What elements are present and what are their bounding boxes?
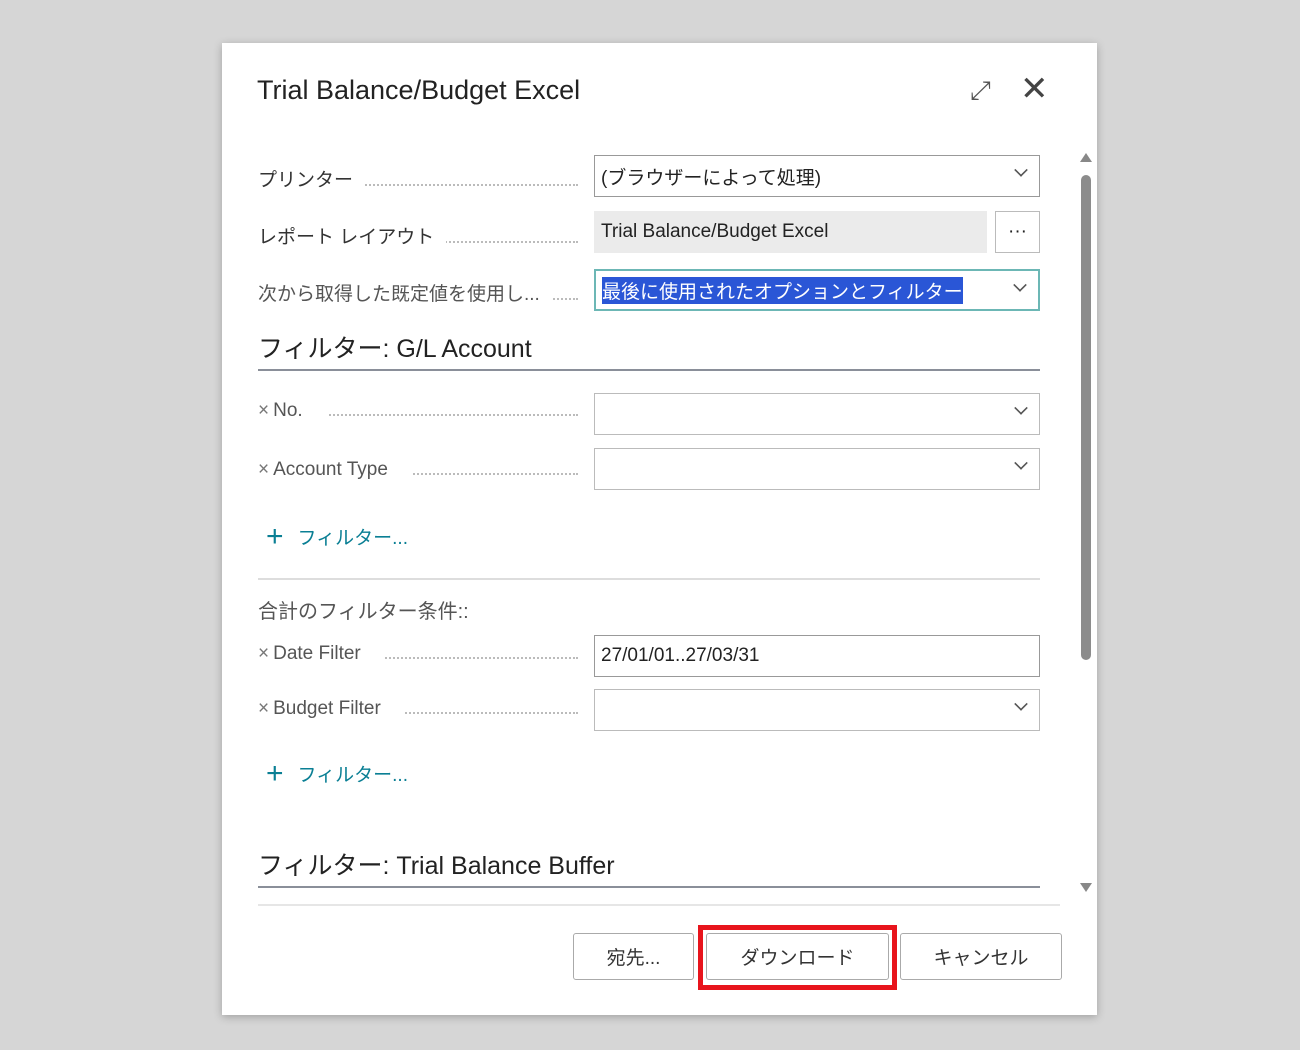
account-type-label: × Account Type: [258, 459, 578, 481]
date-filter-label: × Date Filter: [258, 643, 578, 665]
chevron-down-icon: [1013, 278, 1027, 292]
no-filter-label: × No.: [258, 400, 578, 422]
no-filter-select[interactable]: [594, 393, 1040, 435]
gl-filter-heading: フィルター: G/L Account: [258, 329, 1040, 371]
add-totals-filter-button[interactable]: + フィルター...: [266, 756, 408, 790]
date-filter-input[interactable]: 27/01/01..27/03/31: [594, 635, 1040, 677]
budget-filter-select[interactable]: [594, 689, 1040, 731]
chevron-down-icon: [1014, 456, 1028, 470]
printer-value: (ブラウザーによって処理): [601, 167, 822, 189]
defaults-value: 最後に使用されたオプションとフィルター: [602, 276, 963, 304]
divider: [258, 578, 1040, 580]
printer-label: プリンター: [258, 165, 578, 192]
chevron-down-icon: [1014, 697, 1028, 711]
defaults-label: 次から取得した既定値を使用し...: [258, 279, 578, 306]
scroll-down-icon[interactable]: [1080, 883, 1092, 892]
layout-field: Trial Balance/Budget Excel: [594, 211, 987, 253]
totals-filter-heading: 合計のフィルター条件::: [258, 601, 469, 623]
scrollbar[interactable]: [1080, 153, 1092, 893]
defaults-select[interactable]: 最後に使用されたオプションとフィルター: [594, 269, 1040, 311]
printer-select[interactable]: (ブラウザーによって処理): [594, 155, 1040, 197]
dialog-title: Trial Balance/Budget Excel: [257, 75, 581, 105]
scrollbar-thumb[interactable]: [1081, 175, 1091, 660]
send-to-button[interactable]: 宛先...: [573, 933, 694, 980]
report-request-dialog: Trial Balance/Budget Excel ⤢ ✕ プリンター (ブラ…: [222, 43, 1097, 1015]
remove-filter-icon[interactable]: ×: [258, 459, 269, 480]
download-button[interactable]: ダウンロード: [706, 933, 889, 980]
scroll-up-icon[interactable]: [1080, 153, 1092, 162]
plus-icon: +: [266, 756, 284, 790]
account-type-select[interactable]: [594, 448, 1040, 490]
remove-filter-icon[interactable]: ×: [258, 400, 269, 421]
layout-label: レポート レイアウト: [258, 222, 578, 249]
footer-divider: [258, 904, 1060, 906]
chevron-down-icon: [1014, 401, 1028, 415]
tb-filter-heading: フィルター: Trial Balance Buffer: [258, 846, 1040, 888]
remove-filter-icon[interactable]: ×: [258, 698, 269, 719]
plus-icon: +: [266, 519, 284, 553]
add-gl-filter-button[interactable]: + フィルター...: [266, 519, 408, 553]
layout-lookup-button[interactable]: ···: [995, 211, 1040, 253]
expand-icon[interactable]: ⤢: [970, 75, 991, 107]
remove-filter-icon[interactable]: ×: [258, 643, 269, 664]
budget-filter-label: × Budget Filter: [258, 698, 578, 720]
chevron-down-icon: [1014, 163, 1028, 177]
cancel-button[interactable]: キャンセル: [900, 933, 1062, 980]
close-icon[interactable]: ✕: [1020, 69, 1049, 109]
